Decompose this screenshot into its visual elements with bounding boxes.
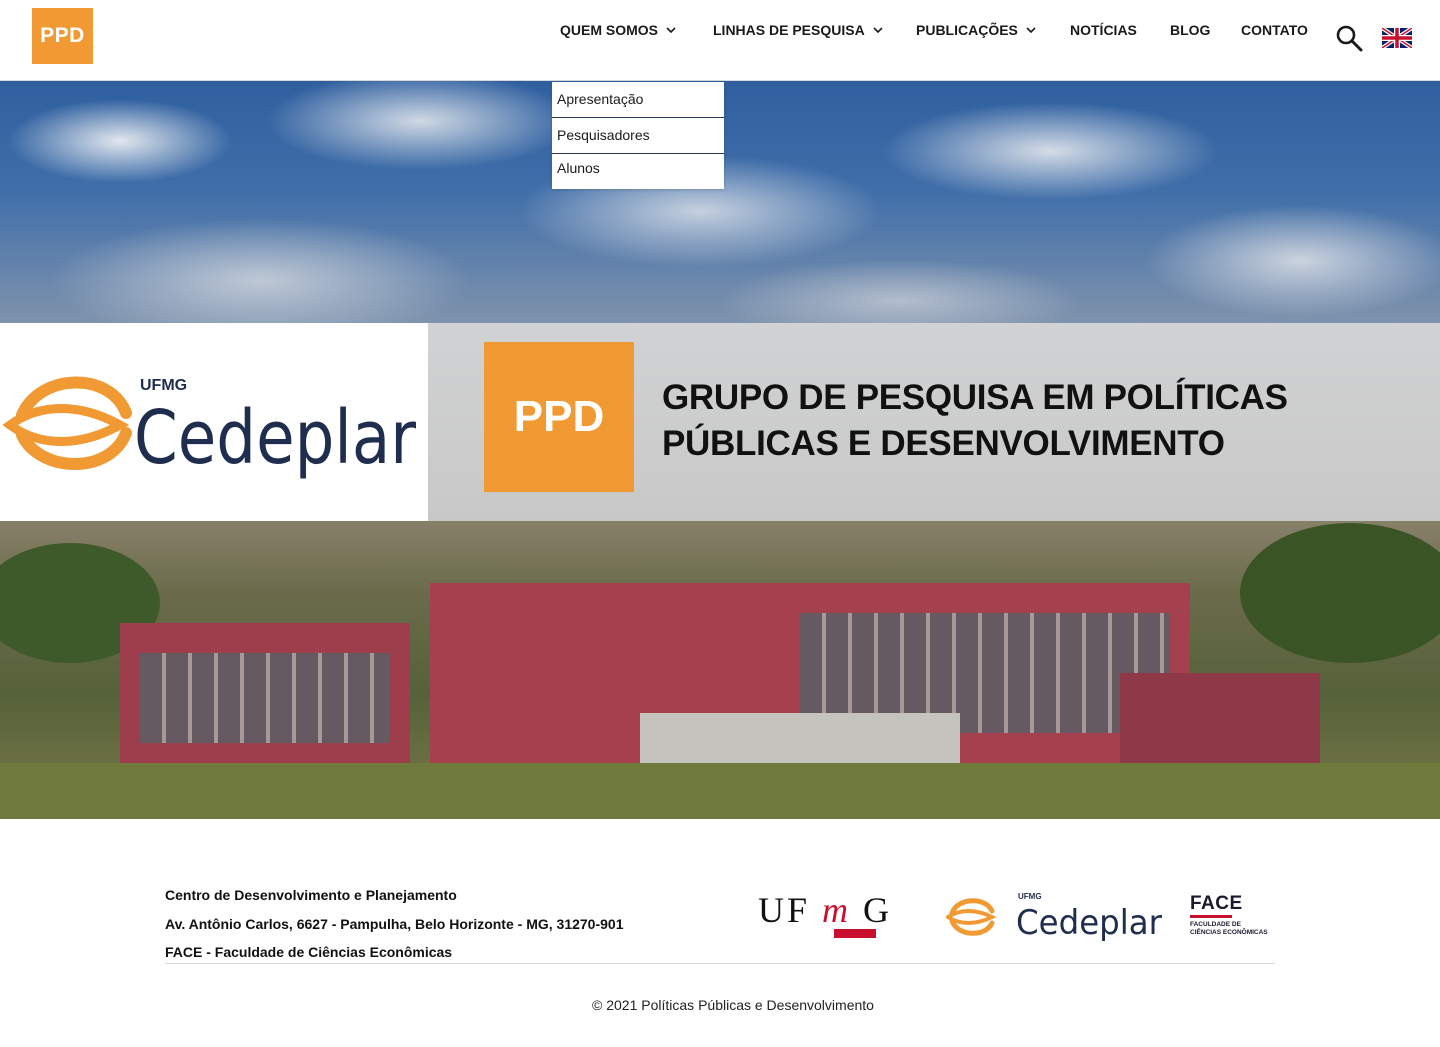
cedeplar-ufmg-text: UFMG (140, 377, 187, 394)
cedeplar-footer-ufmg-text: UFMG (1018, 892, 1042, 901)
building-windows (140, 653, 390, 743)
site-header: PPD QUEM SOMOS LINHAS DE PESQUISA PUBLIC… (0, 0, 1440, 81)
ppd-badge-text: PPD (513, 392, 605, 441)
footer-address: Centro de Desenvolvimento e Planejamento… (165, 881, 623, 967)
cedeplar-footer-logo[interactable]: UFMG Cedeplar (946, 885, 1164, 947)
nav-noticias-label: NOTÍCIAS (1070, 22, 1137, 38)
footer-divider (165, 963, 1275, 964)
nav-noticias[interactable]: NOTÍCIAS (1070, 22, 1137, 38)
hero-banner: UFMG Cedeplar PPD GRUPO DE PESQUISA EM P… (0, 323, 1440, 521)
chevron-down-icon (666, 27, 676, 34)
face-subtitle-line1: FACULDADE DE (1190, 921, 1241, 928)
page-title-line2: PÚBLICAS E DESENVOLVIMENTO (662, 424, 1225, 463)
nav-contato[interactable]: CONTATO (1241, 22, 1308, 38)
lawn (0, 763, 1440, 819)
cedeplar-logo: UFMG Cedeplar (2, 376, 416, 481)
tree-cluster (1240, 523, 1440, 663)
face-logo-text: FACE (1190, 893, 1243, 914)
ufmg-uf-text: UF (758, 890, 811, 930)
ufmg-m-text: m (822, 890, 852, 930)
nav-contato-label: CONTATO (1241, 22, 1308, 38)
search-icon[interactable] (1335, 24, 1363, 52)
ufmg-red-bar (834, 929, 876, 938)
nav-linhas-de-pesquisa[interactable]: LINHAS DE PESQUISA (713, 22, 885, 38)
copyright-text: © 2021 Políticas Públicas e Desenvolvime… (592, 997, 874, 1013)
face-subtitle-line2: CIÊNCIAS ECONÔMICAS (1190, 929, 1268, 936)
cedeplar-footer-name-text: Cedeplar (1016, 903, 1162, 943)
page-title-line1: GRUPO DE PESQUISA EM POLÍTICAS (662, 378, 1288, 417)
ppd-logo-text: PPD (40, 24, 85, 47)
nav-publicacoes[interactable]: PUBLICAÇÕES (916, 22, 1038, 38)
quem-somos-dropdown: Apresentação Pesquisadores Alunos (552, 82, 724, 189)
chevron-down-icon (1026, 27, 1036, 34)
address-line-street: Av. Antônio Carlos, 6627 - Pampulha, Bel… (165, 915, 624, 932)
nav-linhas-de-pesquisa-label: LINHAS DE PESQUISA (713, 22, 865, 38)
uk-flag-icon[interactable] (1382, 28, 1412, 48)
nav-blog-label: BLOG (1170, 22, 1211, 38)
page-title: GRUPO DE PESQUISA EM POLÍTICAS PÚBLICAS … (662, 375, 1382, 467)
nav-blog[interactable]: BLOG (1170, 22, 1210, 38)
address-line-institution: Centro de Desenvolvimento e Planejamento (165, 887, 457, 903)
ppd-logo[interactable]: PPD (32, 8, 93, 64)
chevron-down-icon (873, 27, 883, 34)
ufmg-logo[interactable]: UF m G (758, 885, 920, 945)
nav-quem-somos-label: QUEM SOMOS (560, 22, 659, 38)
face-logo[interactable]: FACE FACULDADE DE CIÊNCIAS ECONÔMICAS (1190, 894, 1276, 944)
nav-publicacoes-label: PUBLICAÇÕES (916, 22, 1018, 38)
cedeplar-name-text: Cedeplar (134, 395, 416, 481)
cedeplar-logo-panel: UFMG Cedeplar (0, 323, 428, 521)
ufmg-logo-letters: UF m G (758, 889, 892, 931)
site-footer: Centro de Desenvolvimento e Planejamento… (0, 819, 1440, 1047)
dropdown-item-apresentacao[interactable]: Apresentação (552, 82, 724, 118)
dropdown-item-alunos[interactable]: Alunos (552, 154, 724, 189)
ufmg-g-text: G (863, 890, 893, 930)
face-red-bar (1190, 915, 1232, 918)
dropdown-item-pesquisadores[interactable]: Pesquisadores (552, 118, 724, 154)
nav-quem-somos[interactable]: QUEM SOMOS (560, 22, 678, 38)
ppd-badge: PPD (484, 342, 634, 492)
